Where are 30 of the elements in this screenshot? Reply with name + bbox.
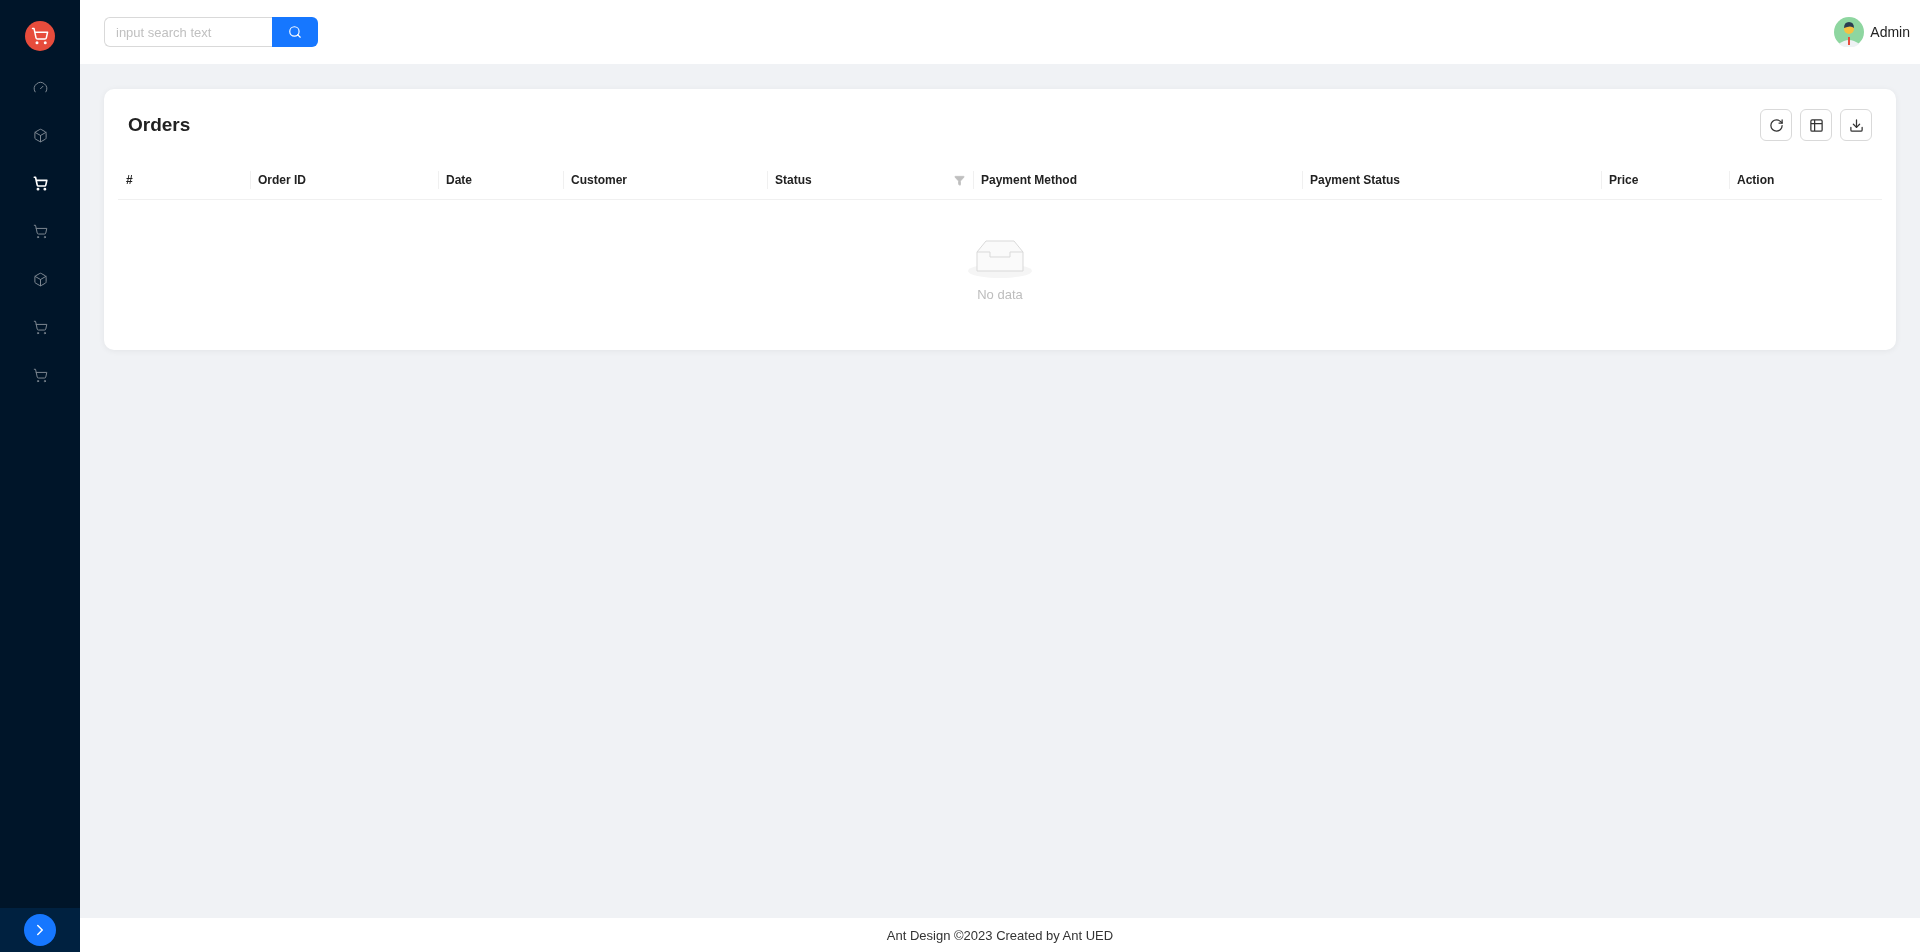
download-icon	[1848, 117, 1864, 133]
column-label: Price	[1609, 173, 1639, 187]
empty-message: No data	[977, 287, 1023, 302]
table-icon	[1808, 117, 1824, 133]
search-icon	[288, 25, 302, 39]
reload-icon	[1768, 117, 1784, 133]
user-name[interactable]: Admin	[1870, 24, 1910, 40]
column-label: Date	[446, 173, 472, 187]
search-button[interactable]	[272, 17, 318, 47]
cart-logo[interactable]	[25, 21, 55, 51]
column-label: Payment Method	[981, 173, 1077, 187]
column-label: Payment Status	[1310, 173, 1401, 187]
avatar-icon	[1834, 17, 1865, 47]
column-label: Customer	[571, 173, 627, 187]
box-icon[interactable]	[32, 127, 48, 143]
column-label: #	[126, 173, 133, 187]
card-title: Orders	[128, 114, 191, 136]
cart-icon[interactable]	[32, 175, 48, 191]
download-button[interactable]	[1840, 109, 1872, 141]
empty-inbox-icon	[968, 238, 1032, 279]
column-label: Status	[775, 173, 812, 187]
footer-text: Ant Design ©2023 Created by Ant UED	[80, 918, 1920, 952]
reload-button[interactable]	[1760, 109, 1792, 141]
expand-button[interactable]	[24, 914, 56, 946]
search-field[interactable]: input search text	[104, 17, 272, 47]
table-settings-button[interactable]	[1800, 109, 1832, 141]
dashboard-icon[interactable]	[32, 79, 48, 95]
column-label: Action	[1737, 173, 1775, 187]
box-icon[interactable]	[32, 271, 48, 287]
column-label: Order ID	[258, 173, 306, 187]
